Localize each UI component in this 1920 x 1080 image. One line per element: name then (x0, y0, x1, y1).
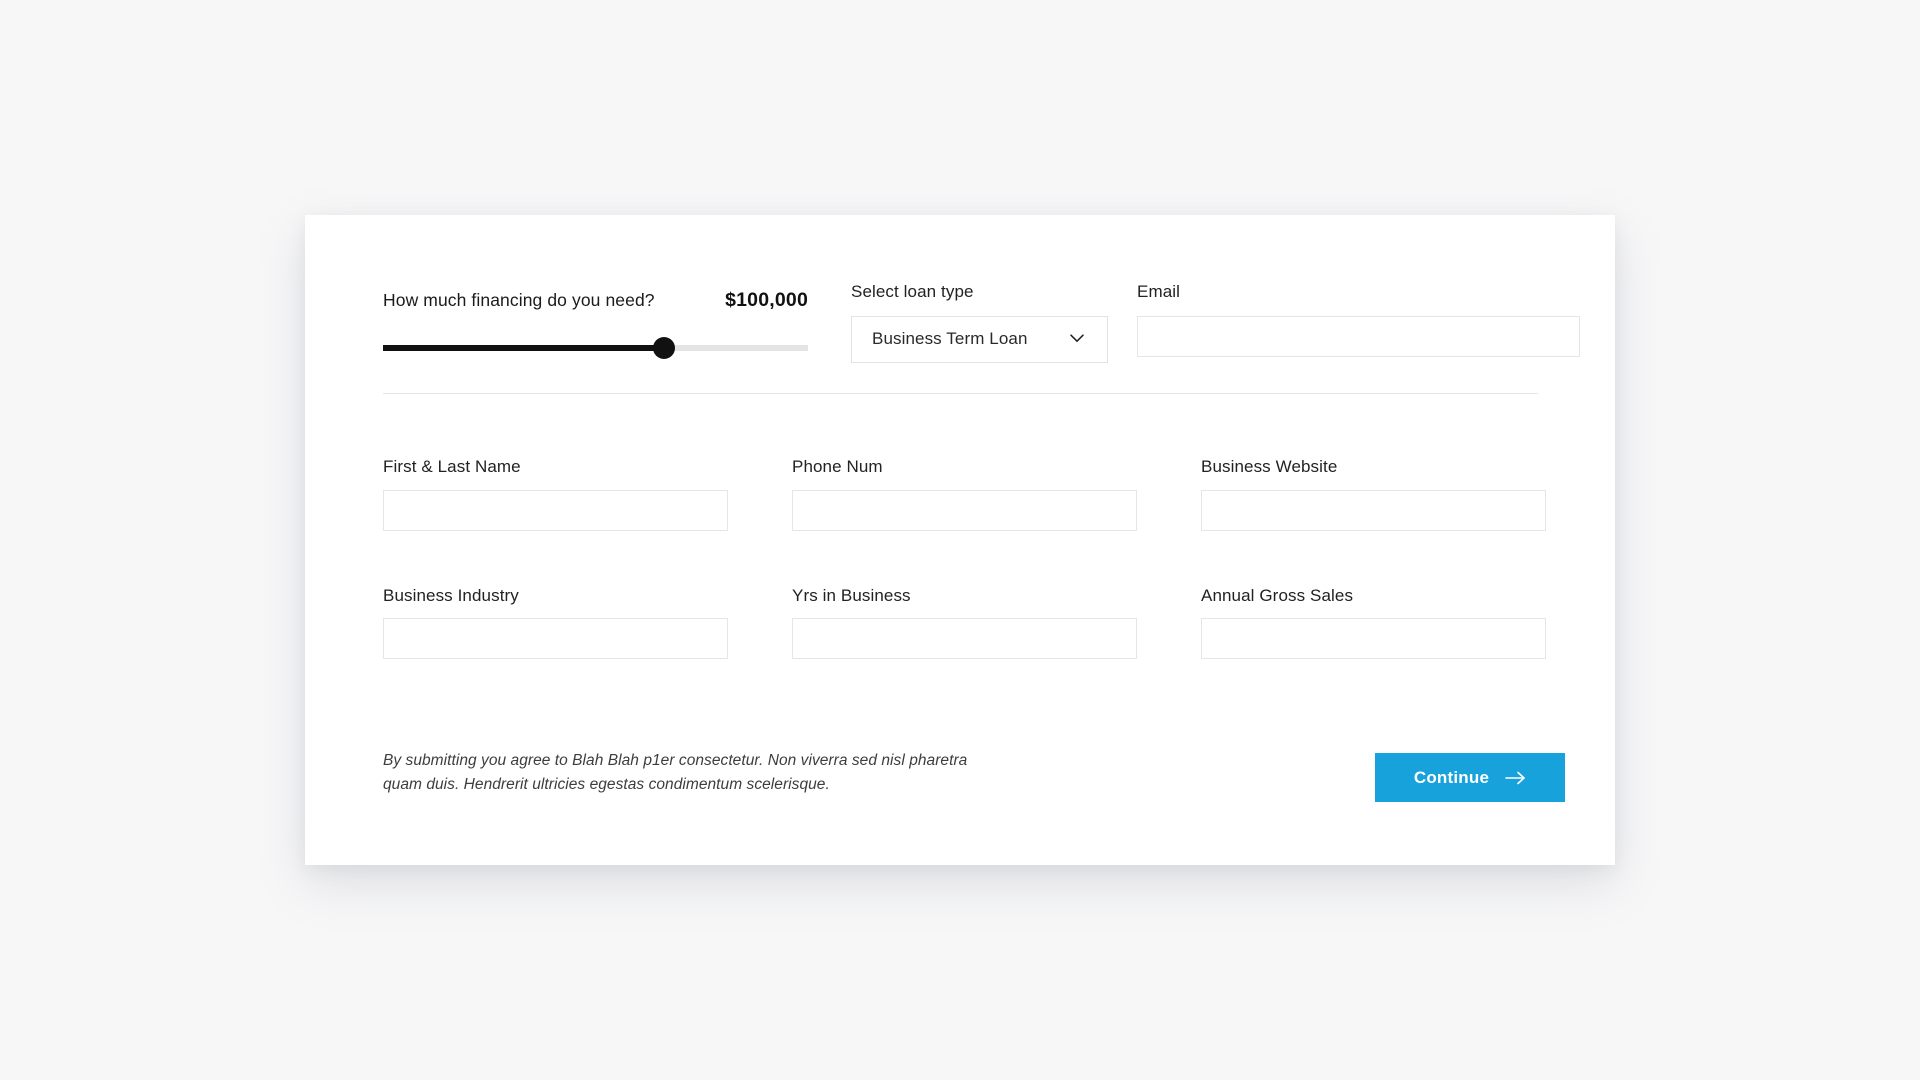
business-website-input[interactable] (1201, 489, 1546, 531)
annual-gross-sales-input[interactable] (1201, 618, 1546, 660)
financing-question-label: How much financing do you need? (383, 290, 655, 310)
email-label: Email (1137, 282, 1181, 301)
field-business-website: Business Website (1201, 457, 1546, 531)
loan-type-block: Select loan type Business Term Loan (851, 282, 1108, 363)
field-business-industry: Business Industry (383, 585, 728, 660)
financing-amount-value: $100,000 (725, 289, 808, 311)
loan-type-label: Select loan type (851, 282, 974, 301)
form-footer: By submitting you agree to Blah Blah p1e… (383, 749, 1565, 802)
field-annual-gross-sales: Annual Gross Sales (1201, 585, 1546, 660)
email-input[interactable] (1137, 315, 1580, 357)
grid-row-1: First & Last Name Phone Num Business Web… (383, 457, 1565, 531)
field-phone-num: Phone Num (792, 457, 1137, 531)
financing-amount-slider[interactable] (383, 336, 808, 359)
top-section: How much financing do you need? $100,000… (305, 215, 1615, 393)
slider-thumb-handle[interactable] (652, 336, 675, 359)
field-label: Business Industry (383, 585, 519, 605)
field-yrs-in-business: Yrs in Business (792, 585, 1137, 660)
submission-disclaimer: By submitting you agree to Blah Blah p1e… (383, 752, 968, 794)
field-label: Phone Num (792, 457, 883, 476)
applicant-details-grid: First & Last Name Phone Num Business Web… (383, 457, 1565, 660)
slider-track-fill (383, 344, 664, 351)
field-label: First & Last Name (383, 457, 521, 476)
section-divider (383, 393, 1538, 394)
grid-row-2: Business Industry Yrs in Business Annual… (383, 585, 1565, 660)
arrow-right-icon (1505, 770, 1526, 786)
yrs-in-business-input[interactable] (792, 618, 1137, 660)
business-industry-input[interactable] (383, 618, 728, 660)
slider-header: How much financing do you need? $100,000 (383, 289, 808, 311)
field-label: Yrs in Business (792, 585, 911, 605)
field-label: Annual Gross Sales (1201, 585, 1354, 605)
phone-num-input[interactable] (792, 489, 1137, 531)
continue-button-label: Continue (1413, 767, 1490, 787)
email-block: Email (1137, 282, 1580, 357)
chevron-down-icon (1069, 330, 1085, 346)
field-first-last-name: First & Last Name (383, 457, 728, 531)
loan-type-select[interactable]: Business Term Loan (851, 315, 1108, 363)
loan-type-selected-value: Business Term Loan (872, 329, 1028, 349)
continue-button[interactable]: Continue (1375, 753, 1565, 802)
financing-application-card: How much financing do you need? $100,000… (305, 215, 1615, 865)
field-label: Business Website (1201, 457, 1338, 476)
financing-amount-slider-block: How much financing do you need? $100,000 (383, 289, 808, 359)
first-last-name-input[interactable] (383, 489, 728, 531)
